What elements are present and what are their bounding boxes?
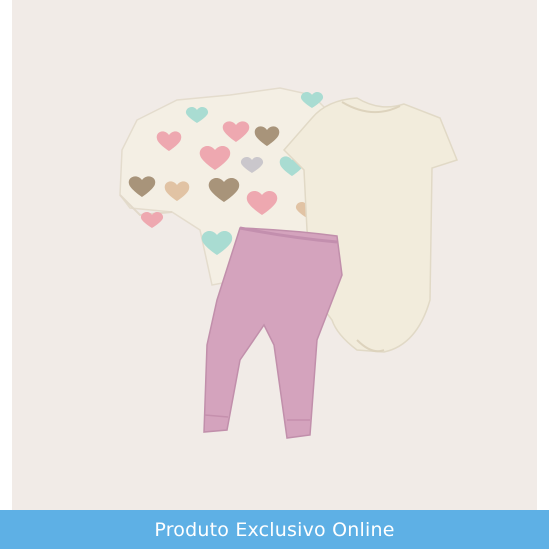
- banner-label: Produto Exclusivo Online: [154, 518, 395, 541]
- online-exclusive-banner: Produto Exclusivo Online: [0, 510, 549, 549]
- product-card: Produto Exclusivo Online: [0, 0, 549, 549]
- product-photo: [12, 0, 537, 510]
